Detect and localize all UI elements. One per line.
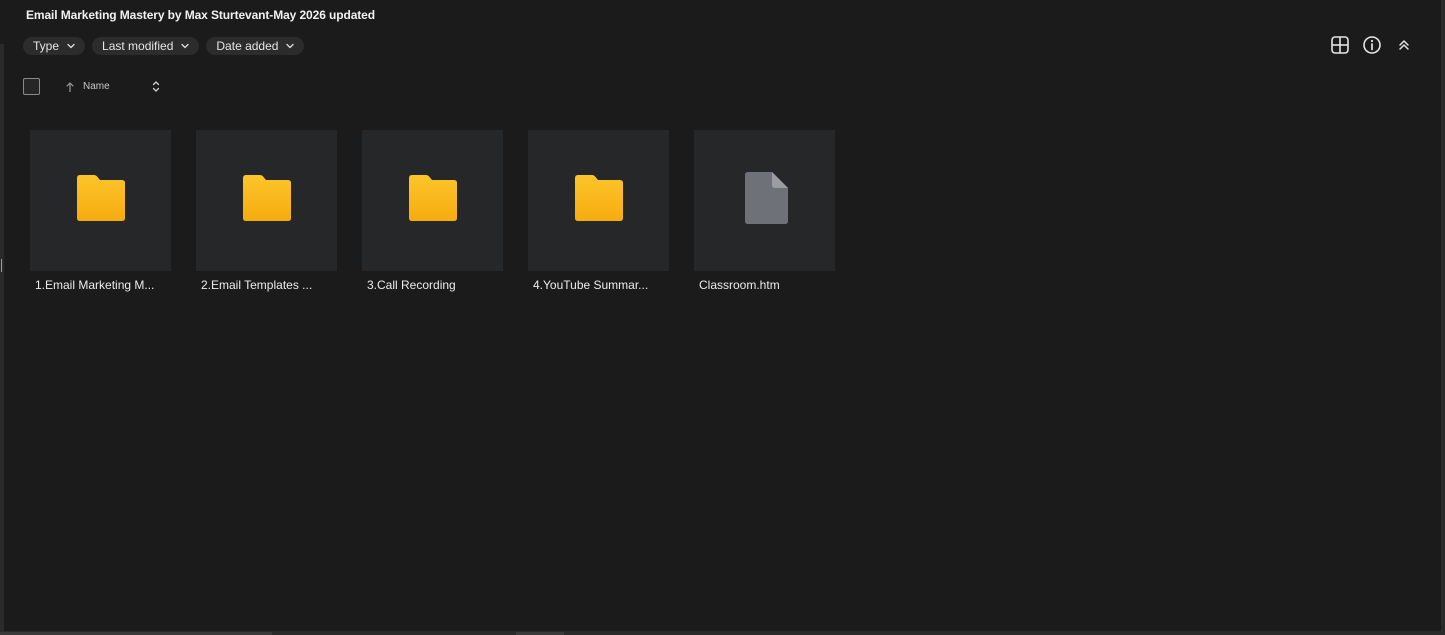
collapse-button[interactable] bbox=[1393, 36, 1415, 58]
grid-item-folder[interactable]: 1.Email Marketing M... bbox=[30, 130, 171, 292]
item-name: Classroom.htm bbox=[699, 278, 780, 292]
folder-icon bbox=[74, 174, 128, 227]
item-name: 2.Email Templates ... bbox=[201, 278, 313, 292]
right-scrollbar-track[interactable] bbox=[1441, 0, 1445, 635]
item-thumbnail bbox=[528, 130, 669, 271]
grid-item-file[interactable]: Classroom.htm bbox=[694, 130, 835, 292]
folder-icon bbox=[572, 174, 626, 227]
file-grid: 1.Email Marketing M... 2.Email Templates… bbox=[30, 130, 835, 292]
grid-view-button[interactable] bbox=[1329, 35, 1351, 60]
grid-view-icon bbox=[1330, 35, 1350, 60]
item-name: 1.Email Marketing M... bbox=[35, 278, 155, 292]
info-button[interactable] bbox=[1361, 35, 1383, 60]
grid-item-folder[interactable]: 4.YouTube Summar... bbox=[528, 130, 669, 292]
item-name: 4.YouTube Summar... bbox=[533, 278, 649, 292]
grid-item-folder[interactable]: 2.Email Templates ... bbox=[196, 130, 337, 292]
bottom-border bbox=[0, 631, 1445, 635]
collapse-up-icon bbox=[1396, 37, 1412, 58]
sort-toggle-icon[interactable] bbox=[151, 79, 161, 94]
folder-icon bbox=[406, 174, 460, 227]
filter-date-added-label: Date added bbox=[216, 39, 279, 53]
page-title: Email Marketing Mastery by Max Sturtevan… bbox=[26, 8, 375, 22]
text-cursor-marker bbox=[1, 259, 2, 272]
select-all-checkbox[interactable] bbox=[23, 78, 40, 95]
filter-bar: Type Last modified Date added bbox=[23, 37, 305, 55]
item-thumbnail bbox=[694, 130, 835, 271]
info-icon bbox=[1362, 35, 1382, 60]
column-name-header[interactable]: Name bbox=[83, 81, 110, 92]
file-icon bbox=[741, 171, 789, 230]
left-border bbox=[0, 44, 4, 635]
item-thumbnail bbox=[30, 130, 171, 271]
item-thumbnail bbox=[196, 130, 337, 271]
list-header: Name bbox=[23, 78, 183, 96]
chevron-down-icon bbox=[66, 41, 76, 51]
file-browser-window: Email Marketing Mastery by Max Sturtevan… bbox=[0, 0, 1445, 635]
grid-item-folder[interactable]: 3.Call Recording bbox=[362, 130, 503, 292]
chevron-down-icon bbox=[285, 41, 295, 51]
chevron-down-icon bbox=[180, 41, 190, 51]
sort-ascending-icon bbox=[65, 80, 75, 92]
filter-date-added-dropdown[interactable]: Date added bbox=[206, 37, 305, 55]
filter-type-dropdown[interactable]: Type bbox=[23, 37, 86, 55]
view-actions bbox=[1329, 35, 1415, 60]
item-name: 3.Call Recording bbox=[367, 278, 456, 292]
item-thumbnail bbox=[362, 130, 503, 271]
filter-type-label: Type bbox=[33, 39, 60, 53]
filter-last-modified-label: Last modified bbox=[102, 39, 174, 53]
filter-last-modified-dropdown[interactable]: Last modified bbox=[92, 37, 200, 55]
folder-icon bbox=[240, 174, 294, 227]
